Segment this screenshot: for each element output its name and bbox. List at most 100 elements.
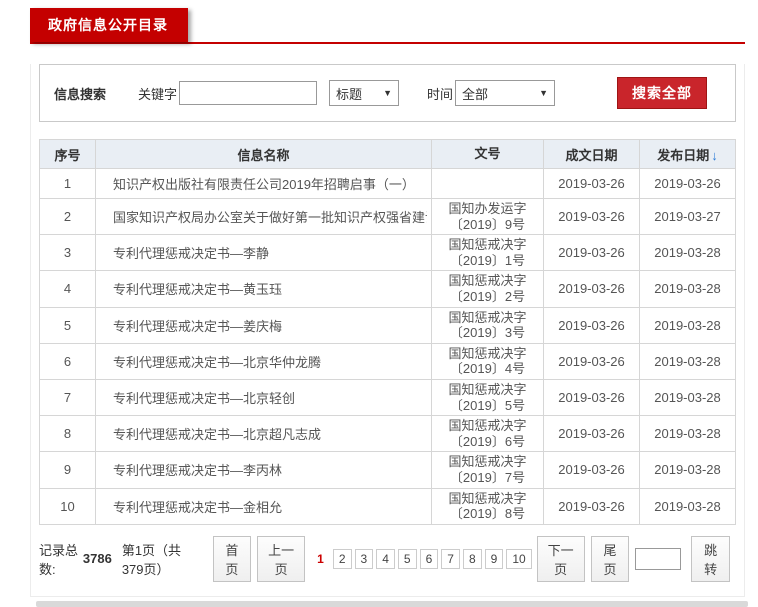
table-body: 1 知识产权出版社有限责任公司2019年招聘启事（一） 2019-03-26 2… (39, 168, 736, 525)
write-date: 2019-03-26 (543, 451, 640, 489)
page-number-9[interactable]: 9 (484, 548, 504, 569)
table-row: 4 专利代理惩戒决定书—黄玉珏 国知惩戒决字 〔2019〕2号 2019-03-2… (39, 270, 736, 308)
row-number: 1 (39, 168, 96, 199)
publish-date: 2019-03-28 (639, 451, 736, 489)
keyword-input[interactable] (179, 81, 318, 105)
row-number: 8 (39, 415, 96, 453)
page-info: 第1页（共379页） (121, 542, 182, 577)
publish-date: 2019-03-28 (639, 415, 736, 453)
page-number-4[interactable]: 4 (376, 548, 395, 569)
publish-date: 2019-03-28 (639, 378, 736, 417)
record-total-value: 3786 (82, 551, 112, 567)
prev-page-button[interactable]: 上一页 (257, 535, 306, 582)
info-title-link[interactable]: 专利代理惩戒决定书—北京超凡志成 (100, 424, 427, 443)
header-文号: 文号 (431, 139, 544, 169)
write-date: 2019-03-26 (543, 234, 640, 272)
page-number-7[interactable]: 7 (441, 548, 460, 569)
publish-date: 2019-03-28 (639, 270, 736, 308)
publish-date: 2019-03-26 (639, 168, 736, 199)
write-date: 2019-03-26 (543, 197, 640, 236)
table-row: 5 专利代理惩戒决定书—姜庆梅 国知惩戒决字 〔2019〕3号 2019-03-2… (39, 306, 736, 344)
write-date: 2019-03-26 (543, 342, 640, 380)
time-select-value: 全部 (462, 86, 489, 102)
tab-gov-info-directory[interactable]: 政府信息公开目录 (30, 8, 188, 42)
header-发布日期[interactable]: 发布日期 ↓ (639, 139, 736, 169)
doc-number: 国知惩戒决字 〔2019〕6号 (431, 415, 544, 453)
page-number-8[interactable]: 8 (462, 548, 482, 569)
doc-number: 国知办发运字 〔2019〕9号 (431, 197, 544, 236)
row-number: 10 (39, 487, 96, 525)
next-page-button[interactable]: 下一页 (536, 535, 585, 582)
keyword-label: 关键字 (138, 86, 178, 102)
info-title-link[interactable]: 专利代理惩戒决定书—李丙林 (100, 460, 427, 479)
table-row: 1 知识产权出版社有限责任公司2019年招聘启事（一） 2019-03-26 2… (39, 168, 736, 199)
doc-number: 国知惩戒决字 〔2019〕3号 (431, 306, 544, 344)
jump-button[interactable]: 跳转 (691, 535, 730, 582)
last-page-button[interactable]: 尾页 (590, 535, 630, 582)
field-select[interactable]: 标题 ▼ (329, 80, 400, 106)
doc-number: 国知惩戒决字 〔2019〕2号 (431, 270, 544, 308)
table-row: 6 专利代理惩戒决定书—北京华仲龙腾 国知惩戒决字 〔2019〕4号 2019-0… (39, 342, 736, 380)
pagination-bar: 记录总数: 3786 第1页（共379页） 首页 上一页 1 2 3 4 5 6 7 8 9 10… (39, 535, 736, 582)
page-number-2[interactable]: 2 (332, 548, 352, 569)
row-number: 3 (39, 234, 96, 272)
info-title-link[interactable]: 专利代理惩戒决定书—北京华仲龙腾 (100, 352, 427, 371)
row-number: 6 (39, 342, 96, 380)
record-total-label: 记录总数: (39, 542, 79, 577)
info-title-link[interactable]: 专利代理惩戒决定书—黄玉珏 (100, 279, 427, 298)
info-title-link[interactable]: 专利代理惩戒决定书—金相允 (100, 497, 427, 516)
field-select-value: 标题 (336, 86, 363, 102)
page-number-5[interactable]: 5 (397, 548, 417, 569)
row-number: 4 (39, 270, 96, 308)
header-信息名称: 信息名称 (95, 139, 432, 169)
publish-date: 2019-03-28 (639, 342, 736, 380)
header-序号: 序号 (39, 139, 96, 169)
header-publish-date-label: 发布日期 (657, 147, 710, 163)
info-title-link[interactable]: 知识产权出版社有限责任公司2019年招聘启事（一） (100, 174, 427, 193)
table-row: 8 专利代理惩戒决定书—北京超凡志成 国知惩戒决字 〔2019〕6号 2019-0… (39, 415, 736, 453)
content-panel: 信息搜索 关键字 标题 ▼ 时间 全部 ▼ 搜索全部 序号 信息名称 文号 成文… (30, 64, 745, 597)
chevron-down-icon: ▼ (383, 88, 393, 98)
page: 政府信息公开目录 信息搜索 关键字 标题 ▼ 时间 全部 ▼ 搜索全部 序号 信… (0, 8, 758, 607)
doc-number: 国知惩戒决字 〔2019〕1号 (431, 234, 544, 272)
table-row: 7 专利代理惩戒决定书—北京轻创 国知惩戒决字 〔2019〕5号 2019-03-… (39, 378, 736, 417)
table-row: 3 专利代理惩戒决定书—李静 国知惩戒决字 〔2019〕1号 2019-03-26… (39, 234, 736, 272)
row-number: 2 (39, 197, 96, 236)
publish-date: 2019-03-27 (639, 197, 736, 236)
page-number-10[interactable]: 10 (506, 548, 532, 569)
search-panel: 信息搜索 关键字 标题 ▼ 时间 全部 ▼ 搜索全部 (39, 64, 736, 122)
doc-number: 国知惩戒决字 〔2019〕7号 (431, 451, 544, 489)
doc-number: 国知惩戒决字 〔2019〕8号 (431, 487, 544, 525)
page-numbers: 1 2 3 4 5 6 7 8 9 10 (311, 548, 535, 569)
doc-number (431, 168, 544, 199)
bottom-shadow (36, 600, 748, 607)
sort-desc-icon: ↓ (711, 147, 718, 163)
info-title-link[interactable]: 专利代理惩戒决定书—姜庆梅 (100, 316, 427, 335)
page-number-1: 1 (317, 551, 324, 566)
info-title-link[interactable]: 专利代理惩戒决定书—李静 (100, 243, 427, 262)
search-section-label: 信息搜索 (54, 86, 107, 102)
table-header-row: 序号 信息名称 文号 成文日期 发布日期 ↓ (39, 139, 736, 169)
page-number-3[interactable]: 3 (354, 548, 374, 569)
header-成文日期: 成文日期 (543, 139, 640, 169)
row-number: 5 (39, 306, 96, 344)
write-date: 2019-03-26 (543, 487, 640, 525)
info-title-link[interactable]: 国家知识产权局办公室关于做好第一批知识产权强省建设... (100, 207, 427, 226)
doc-number: 国知惩戒决字 〔2019〕5号 (431, 378, 544, 417)
publish-date: 2019-03-28 (639, 306, 736, 344)
write-date: 2019-03-26 (543, 415, 640, 453)
search-all-button[interactable]: 搜索全部 (617, 77, 708, 109)
page-number-6[interactable]: 6 (419, 548, 439, 569)
publish-date: 2019-03-28 (639, 234, 736, 272)
time-label: 时间 (427, 86, 454, 102)
write-date: 2019-03-26 (543, 306, 640, 344)
table-row: 10 专利代理惩戒决定书—金相允 国知惩戒决字 〔2019〕8号 2019-03-… (39, 487, 736, 525)
row-number: 9 (39, 451, 96, 489)
time-select[interactable]: 全部 ▼ (455, 80, 556, 106)
row-number: 7 (39, 378, 96, 417)
chevron-down-icon: ▼ (539, 88, 549, 98)
info-title-link[interactable]: 专利代理惩戒决定书—北京轻创 (100, 388, 427, 407)
doc-number: 国知惩戒决字 〔2019〕4号 (431, 342, 544, 380)
write-date: 2019-03-26 (543, 168, 640, 199)
first-page-button[interactable]: 首页 (212, 535, 252, 582)
